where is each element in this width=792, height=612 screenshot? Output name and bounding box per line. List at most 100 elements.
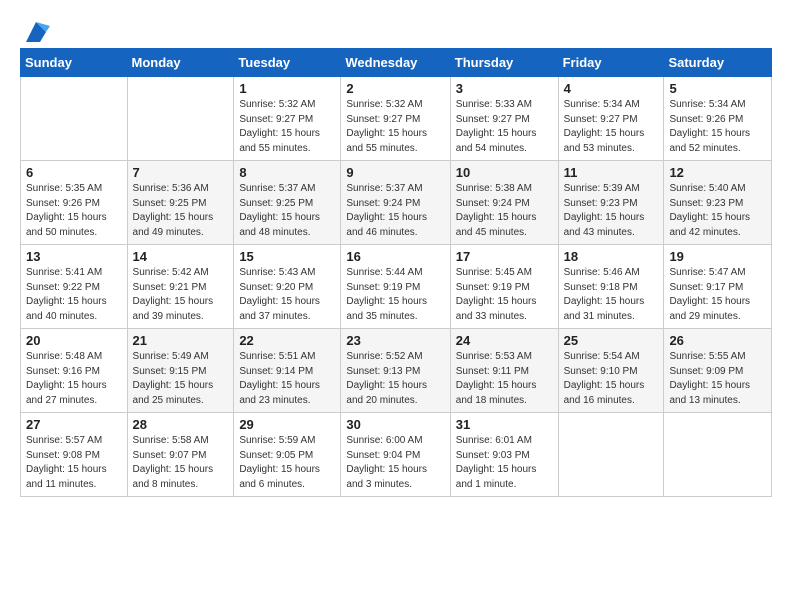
calendar-cell: 20 Sunrise: 5:48 AM Sunset: 9:16 PM Dayli… [21, 329, 128, 413]
day-info: Sunrise: 5:38 AM Sunset: 9:24 PM Dayligh… [456, 182, 553, 240]
day-info: Sunrise: 5:36 AM Sunset: 9:25 PM Dayligh… [133, 182, 229, 240]
day-info: Sunrise: 5:32 AM Sunset: 9:27 PM Dayligh… [346, 98, 444, 156]
day-info: Sunrise: 6:00 AM Sunset: 9:04 PM Dayligh… [346, 434, 444, 492]
day-info: Sunrise: 5:33 AM Sunset: 9:27 PM Dayligh… [456, 98, 553, 156]
day-number: 5 [669, 81, 766, 96]
day-number: 4 [564, 81, 659, 96]
day-number: 15 [239, 249, 335, 264]
calendar-cell: 4Sunrise: 5:34 AM Sunset: 9:27 PM Daylig… [558, 77, 664, 161]
calendar-cell: 25 Sunrise: 5:54 AM Sunset: 9:10 PM Dayli… [558, 329, 664, 413]
calendar-cell: 7 Sunrise: 5:36 AM Sunset: 9:25 PM Daylig… [127, 161, 234, 245]
calendar-cell: 9 Sunrise: 5:37 AM Sunset: 9:24 PM Daylig… [341, 161, 450, 245]
day-info: Sunrise: 5:57 AM Sunset: 9:08 PM Dayligh… [26, 434, 122, 492]
calendar-cell: 5 Sunrise: 5:34 AM Sunset: 9:26 PM Daylig… [664, 77, 772, 161]
calendar-cell: 8Sunrise: 5:37 AM Sunset: 9:25 PM Daylig… [234, 161, 341, 245]
day-number: 11 [564, 165, 659, 180]
day-info: Sunrise: 5:34 AM Sunset: 9:26 PM Dayligh… [669, 98, 766, 156]
day-number: 17 [456, 249, 553, 264]
day-info: Sunrise: 5:59 AM Sunset: 9:05 PM Dayligh… [239, 434, 335, 492]
calendar-cell [127, 77, 234, 161]
day-number: 30 [346, 417, 444, 432]
day-number: 19 [669, 249, 766, 264]
day-info: Sunrise: 5:39 AM Sunset: 9:23 PM Dayligh… [564, 182, 659, 240]
day-info: Sunrise: 5:53 AM Sunset: 9:11 PM Dayligh… [456, 350, 553, 408]
calendar-cell: 22 Sunrise: 5:51 AM Sunset: 9:14 PM Dayli… [234, 329, 341, 413]
calendar-cell: 2 Sunrise: 5:32 AM Sunset: 9:27 PM Daylig… [341, 77, 450, 161]
weekday-header-wednesday: Wednesday [341, 49, 450, 77]
day-number: 9 [346, 165, 444, 180]
calendar-cell [558, 413, 664, 497]
day-number: 3 [456, 81, 553, 96]
day-info: Sunrise: 5:46 AM Sunset: 9:18 PM Dayligh… [564, 266, 659, 324]
day-info: Sunrise: 5:54 AM Sunset: 9:10 PM Dayligh… [564, 350, 659, 408]
calendar-cell: 13 Sunrise: 5:41 AM Sunset: 9:22 PM Dayli… [21, 245, 128, 329]
weekday-header-monday: Monday [127, 49, 234, 77]
calendar-cell: 17Sunrise: 5:45 AM Sunset: 9:19 PM Dayli… [450, 245, 558, 329]
day-number: 12 [669, 165, 766, 180]
calendar-cell: 18 Sunrise: 5:46 AM Sunset: 9:18 PM Dayli… [558, 245, 664, 329]
day-number: 14 [133, 249, 229, 264]
day-info: Sunrise: 5:55 AM Sunset: 9:09 PM Dayligh… [669, 350, 766, 408]
day-number: 2 [346, 81, 444, 96]
day-info: Sunrise: 5:35 AM Sunset: 9:26 PM Dayligh… [26, 182, 122, 240]
logo [20, 18, 50, 40]
weekday-header-tuesday: Tuesday [234, 49, 341, 77]
calendar-cell: 27Sunrise: 5:57 AM Sunset: 9:08 PM Dayli… [21, 413, 128, 497]
page: SundayMondayTuesdayWednesdayThursdayFrid… [0, 0, 792, 515]
calendar-cell [21, 77, 128, 161]
day-number: 21 [133, 333, 229, 348]
day-number: 25 [564, 333, 659, 348]
day-number: 22 [239, 333, 335, 348]
calendar-cell: 6 Sunrise: 5:35 AM Sunset: 9:26 PM Daylig… [21, 161, 128, 245]
day-number: 23 [346, 333, 444, 348]
day-info: Sunrise: 5:51 AM Sunset: 9:14 PM Dayligh… [239, 350, 335, 408]
week-row-5: 27Sunrise: 5:57 AM Sunset: 9:08 PM Dayli… [21, 413, 772, 497]
logo-icon [22, 18, 50, 46]
calendar-cell: 19 Sunrise: 5:47 AM Sunset: 9:17 PM Dayli… [664, 245, 772, 329]
weekday-header-sunday: Sunday [21, 49, 128, 77]
calendar-cell: 30 Sunrise: 6:00 AM Sunset: 9:04 PM Dayli… [341, 413, 450, 497]
calendar: SundayMondayTuesdayWednesdayThursdayFrid… [20, 48, 772, 497]
week-row-4: 20 Sunrise: 5:48 AM Sunset: 9:16 PM Dayli… [21, 329, 772, 413]
calendar-cell: 26 Sunrise: 5:55 AM Sunset: 9:09 PM Dayli… [664, 329, 772, 413]
calendar-cell: 3 Sunrise: 5:33 AM Sunset: 9:27 PM Daylig… [450, 77, 558, 161]
day-number: 6 [26, 165, 122, 180]
calendar-cell: 16Sunrise: 5:44 AM Sunset: 9:19 PM Dayli… [341, 245, 450, 329]
day-info: Sunrise: 5:49 AM Sunset: 9:15 PM Dayligh… [133, 350, 229, 408]
day-info: Sunrise: 5:37 AM Sunset: 9:24 PM Dayligh… [346, 182, 444, 240]
calendar-cell: 24Sunrise: 5:53 AM Sunset: 9:11 PM Dayli… [450, 329, 558, 413]
day-number: 18 [564, 249, 659, 264]
calendar-cell [664, 413, 772, 497]
day-info: Sunrise: 5:48 AM Sunset: 9:16 PM Dayligh… [26, 350, 122, 408]
day-info: Sunrise: 5:43 AM Sunset: 9:20 PM Dayligh… [239, 266, 335, 324]
day-number: 20 [26, 333, 122, 348]
day-info: Sunrise: 5:32 AM Sunset: 9:27 PM Dayligh… [239, 98, 335, 156]
calendar-cell: 31 Sunrise: 6:01 AM Sunset: 9:03 PM Dayli… [450, 413, 558, 497]
calendar-cell: 14 Sunrise: 5:42 AM Sunset: 9:21 PM Dayli… [127, 245, 234, 329]
calendar-cell: 23Sunrise: 5:52 AM Sunset: 9:13 PM Dayli… [341, 329, 450, 413]
day-number: 26 [669, 333, 766, 348]
calendar-cell: 21 Sunrise: 5:49 AM Sunset: 9:15 PM Dayli… [127, 329, 234, 413]
day-number: 16 [346, 249, 444, 264]
day-number: 1 [239, 81, 335, 96]
day-number: 13 [26, 249, 122, 264]
day-info: Sunrise: 5:41 AM Sunset: 9:22 PM Dayligh… [26, 266, 122, 324]
calendar-cell: 15 Sunrise: 5:43 AM Sunset: 9:20 PM Dayli… [234, 245, 341, 329]
day-number: 29 [239, 417, 335, 432]
day-number: 10 [456, 165, 553, 180]
calendar-cell: 11 Sunrise: 5:39 AM Sunset: 9:23 PM Dayli… [558, 161, 664, 245]
header [20, 18, 772, 40]
calendar-cell: 28Sunrise: 5:58 AM Sunset: 9:07 PM Dayli… [127, 413, 234, 497]
calendar-cell: 12Sunrise: 5:40 AM Sunset: 9:23 PM Dayli… [664, 161, 772, 245]
weekday-header-friday: Friday [558, 49, 664, 77]
day-number: 8 [239, 165, 335, 180]
day-number: 31 [456, 417, 553, 432]
day-number: 7 [133, 165, 229, 180]
day-info: Sunrise: 5:47 AM Sunset: 9:17 PM Dayligh… [669, 266, 766, 324]
calendar-cell: 1 Sunrise: 5:32 AM Sunset: 9:27 PM Daylig… [234, 77, 341, 161]
day-info: Sunrise: 6:01 AM Sunset: 9:03 PM Dayligh… [456, 434, 553, 492]
weekday-header-thursday: Thursday [450, 49, 558, 77]
day-info: Sunrise: 5:58 AM Sunset: 9:07 PM Dayligh… [133, 434, 229, 492]
weekday-header-row: SundayMondayTuesdayWednesdayThursdayFrid… [21, 49, 772, 77]
day-info: Sunrise: 5:42 AM Sunset: 9:21 PM Dayligh… [133, 266, 229, 324]
